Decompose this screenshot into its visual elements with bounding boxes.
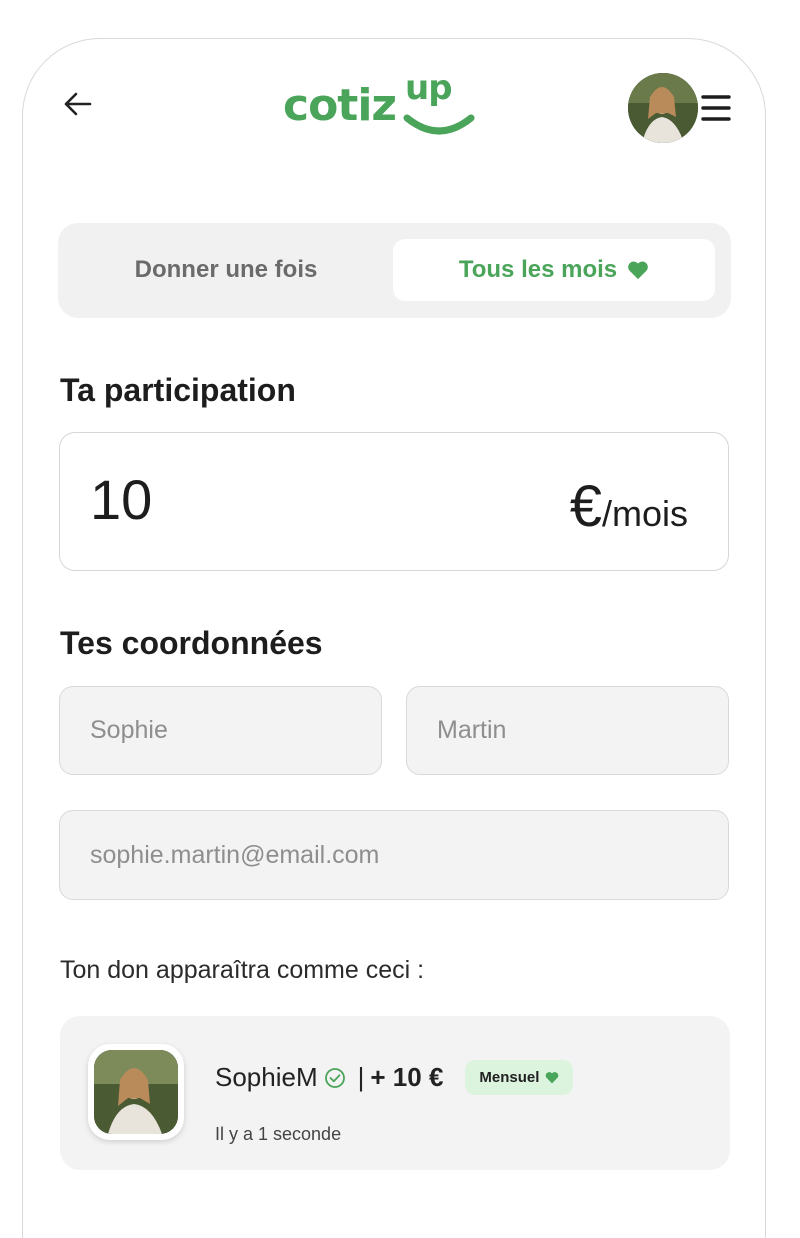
amount-input[interactable]: 10 € /mois [59, 432, 729, 571]
last-name-placeholder: Martin [437, 716, 507, 744]
preview-avatar-photo [94, 1050, 178, 1134]
tab-monthly-label: Tous les mois [458, 256, 618, 283]
email-field[interactable]: sophie.martin@email.com [59, 810, 729, 900]
tab-donate-once-label: Donner une fois [134, 256, 318, 283]
amount-unit: € /mois [570, 473, 688, 540]
contact-title: Tes coordonnées [60, 625, 323, 661]
badge-heart-icon [546, 1072, 559, 1084]
tab-monthly[interactable]: Tous les mois [393, 239, 715, 301]
heart-icon [628, 261, 648, 280]
first-name-placeholder: Sophie [90, 716, 168, 744]
back-arrow-icon[interactable] [60, 86, 96, 122]
user-avatar[interactable] [628, 73, 698, 143]
preview-name-row: SophieM | + 10 € Mensuel [215, 1060, 574, 1095]
period-label: /mois [601, 493, 688, 534]
logo-smile-icon [403, 114, 475, 135]
monthly-badge: Mensuel [465, 1060, 574, 1095]
currency-symbol: € [569, 474, 602, 539]
preview-amount: + 10 € [370, 1062, 444, 1092]
preview-label: Ton don apparaîtra comme ceci : [60, 956, 425, 984]
preview-avatar [88, 1044, 184, 1140]
email-placeholder: sophie.martin@email.com [90, 840, 380, 869]
tab-donate-once[interactable]: Donner une fois [76, 239, 376, 301]
avatar-photo [628, 73, 698, 143]
preview-username: SophieM [215, 1062, 318, 1092]
participation-title: Ta participation [60, 372, 296, 408]
donation-frequency-toggle: Donner une fois Tous les mois [58, 223, 731, 318]
first-name-field[interactable]: Sophie [59, 686, 382, 775]
hamburger-menu-icon[interactable] [700, 88, 732, 128]
verified-check-icon [324, 1067, 345, 1088]
preview-timestamp: Il y a 1 seconde [215, 1124, 342, 1144]
amount-value: 10 [90, 468, 153, 531]
donation-preview-card: SophieM | + 10 € Mensuel Il y a 1 second… [60, 1016, 730, 1170]
monthly-badge-label: Mensuel [479, 1069, 540, 1086]
logo-text: cotiz [283, 80, 397, 131]
preview-separator: | [357, 1062, 365, 1092]
cotizup-logo[interactable]: cotiz up [283, 68, 483, 142]
last-name-field[interactable]: Martin [406, 686, 729, 775]
logo-up-text: up [405, 68, 453, 108]
